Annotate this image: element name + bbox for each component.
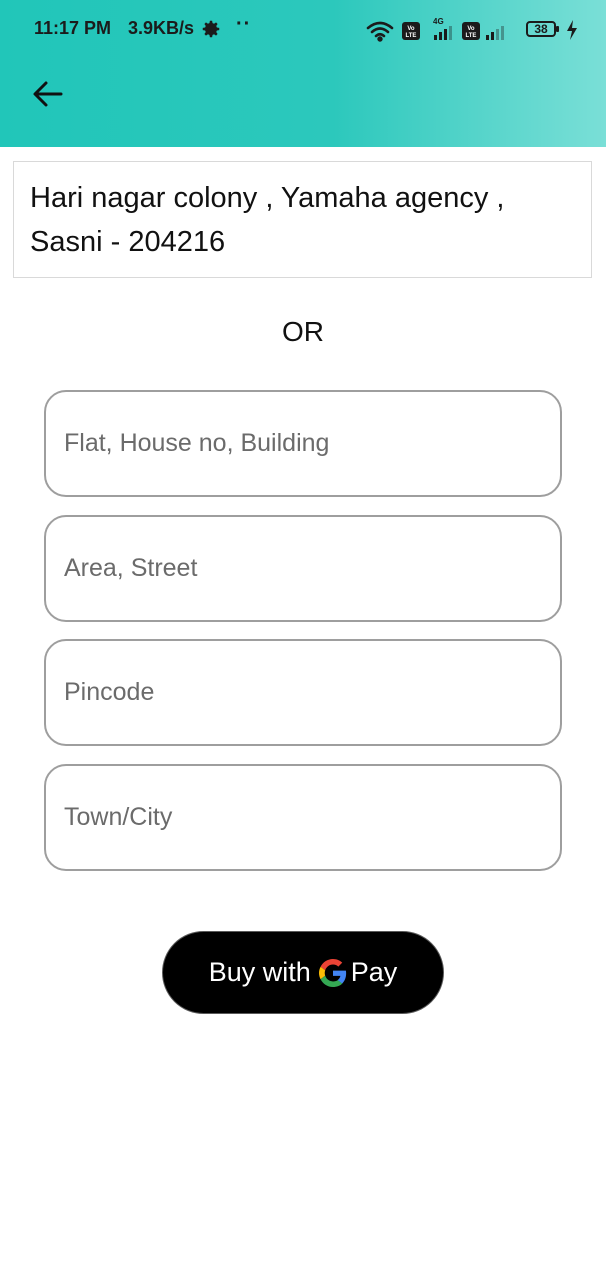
pay-label: Pay <box>350 957 398 987</box>
buy-with-label: Buy with <box>208 957 311 987</box>
or-separator: OR <box>282 316 324 347</box>
google-g-icon <box>318 958 346 987</box>
svg-text:4G: 4G <box>433 17 444 26</box>
svg-text:LTE: LTE <box>466 33 477 39</box>
flat-house-building-input[interactable] <box>64 392 544 495</box>
status-system-icons: Vo LTE 4G Vo LTE <box>366 17 504 42</box>
status-bar: 11:17 PM 3.9KB/s ·· Vo LTE 4G Vo LTE 38 <box>0 0 606 60</box>
flat-house-building-field[interactable] <box>44 390 562 497</box>
battery-icon: 38 <box>526 21 559 37</box>
signal-4g-icon: 4G <box>433 17 452 40</box>
signal-icon <box>486 26 504 40</box>
arrow-back-icon[interactable] <box>28 76 68 112</box>
svg-text:Vo: Vo <box>407 26 415 32</box>
area-street-input[interactable] <box>64 517 544 620</box>
svg-text:Vo: Vo <box>467 26 475 32</box>
status-network-speed: 3.9KB/s <box>128 18 195 38</box>
volte-icon: Vo LTE <box>402 22 420 40</box>
status-time: 11:17 PM <box>34 18 112 38</box>
svg-text:LTE: LTE <box>406 33 417 39</box>
status-overflow-dots: ·· <box>236 13 252 35</box>
pincode-field[interactable] <box>44 639 562 746</box>
town-city-field[interactable] <box>44 764 562 871</box>
settings-gear-icon <box>202 20 220 38</box>
town-city-input[interactable] <box>64 766 544 869</box>
buy-with-google-pay-button[interactable]: Buy with Pay <box>162 931 444 1014</box>
selected-address-box[interactable]: Hari nagar colony , Yamaha agency , Sasn… <box>13 161 592 278</box>
pincode-input[interactable] <box>64 641 544 744</box>
wifi-icon <box>366 21 394 42</box>
volte-icon: Vo LTE <box>462 22 480 40</box>
app-bar: 11:17 PM 3.9KB/s ·· Vo LTE 4G Vo LTE 38 <box>0 0 606 147</box>
selected-address-text: Hari nagar colony , Yamaha agency , Sasn… <box>30 182 505 258</box>
charging-icon <box>567 20 577 40</box>
area-street-field[interactable] <box>44 515 562 622</box>
